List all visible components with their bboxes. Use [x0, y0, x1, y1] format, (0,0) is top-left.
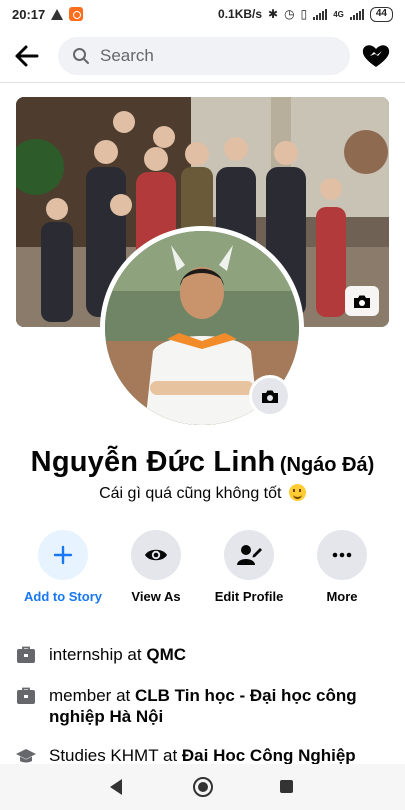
warning-icon: [51, 8, 64, 20]
more-circle: [317, 530, 367, 580]
view-as-button[interactable]: View As: [111, 530, 201, 604]
more-label: More: [326, 589, 358, 604]
search-icon: [73, 48, 89, 64]
status-bar: 20:17 0.1KB/s ✱ ◷ ▯ 4G 44: [0, 0, 405, 28]
intro-prefix: member at: [49, 686, 135, 705]
edit-profile-circle: [224, 530, 274, 580]
add-to-story-circle: [38, 530, 88, 580]
intro-place-link[interactable]: QMC: [146, 645, 186, 664]
profile-name: Nguyễn Đức Linh: [30, 446, 276, 478]
intro-text: member at CLB Tin học - Đại học công ngh…: [49, 685, 379, 727]
intro-prefix: Studies KHMT at: [49, 746, 182, 765]
intro-row-education: Studies KHMT at Đai Hoc Công Nghiệp: [16, 745, 388, 766]
nav-back-icon[interactable]: [110, 779, 122, 795]
network-speed: 0.1KB/s: [218, 7, 263, 21]
signal-icon: [313, 8, 328, 20]
alarm-icon: ◷: [284, 7, 295, 21]
header-divider: [0, 82, 405, 83]
profile-nickname: (Ngáo Đá): [279, 454, 375, 476]
eye-icon: [145, 549, 167, 561]
profile-name-line: Nguyễn Đức Linh (Ngáo Đá): [0, 446, 405, 479]
vibrate-icon: ▯: [300, 7, 308, 21]
briefcase-icon: [17, 646, 35, 663]
edit-profile-picture-button[interactable]: [249, 375, 291, 417]
battery-indicator: 44: [369, 6, 393, 22]
more-button[interactable]: More: [297, 530, 387, 604]
network-type: 4G: [333, 9, 344, 19]
intro-row-work: internship at QMC: [16, 644, 388, 665]
intro-text: Studies KHMT at Đai Hoc Công Nghiệp: [49, 745, 356, 766]
intro-row-member: member at CLB Tin học - Đại học công ngh…: [16, 685, 388, 727]
edit-cover-button[interactable]: [345, 286, 379, 316]
nav-home-icon[interactable]: [193, 777, 213, 797]
add-to-story-button[interactable]: Add to Story: [18, 530, 108, 604]
more-dots-icon: [332, 552, 352, 558]
app-notification-icon: [69, 7, 84, 21]
edit-profile-label: Edit Profile: [214, 589, 284, 604]
add-to-story-label: Add to Story: [24, 589, 102, 604]
camera-icon: [262, 390, 278, 403]
edit-profile-button[interactable]: Edit Profile: [204, 530, 294, 604]
view-as-circle: [131, 530, 181, 580]
search-placeholder: Search: [100, 46, 154, 65]
status-time: 20:17: [12, 6, 46, 22]
signal-icon-2: [349, 8, 364, 20]
profile-bio-line: Cái gì quá cũng không tốt: [0, 484, 405, 503]
smile-emoji-icon: [288, 484, 306, 501]
messenger-heart-icon[interactable]: [361, 43, 391, 69]
search-input[interactable]: Search: [58, 37, 350, 75]
plus-icon: [53, 545, 73, 565]
view-as-label: View As: [131, 589, 181, 604]
profile-bio: Cái gì quá cũng không tốt: [99, 485, 282, 502]
intro-prefix: internship at: [49, 645, 147, 664]
intro-text: internship at QMC: [49, 644, 186, 665]
top-bar: Search: [0, 34, 405, 78]
graduation-cap-icon: [16, 749, 36, 763]
briefcase-icon: [17, 687, 35, 704]
intro-place-link[interactable]: Đai Hoc Công Nghiệp: [182, 746, 356, 765]
edit-profile-icon: [237, 545, 262, 565]
system-nav-bar: [0, 764, 405, 810]
camera-icon: [354, 295, 370, 308]
nav-recents-icon[interactable]: [280, 780, 293, 793]
bluetooth-icon: ✱: [268, 7, 279, 21]
back-arrow-icon[interactable]: [14, 44, 40, 68]
